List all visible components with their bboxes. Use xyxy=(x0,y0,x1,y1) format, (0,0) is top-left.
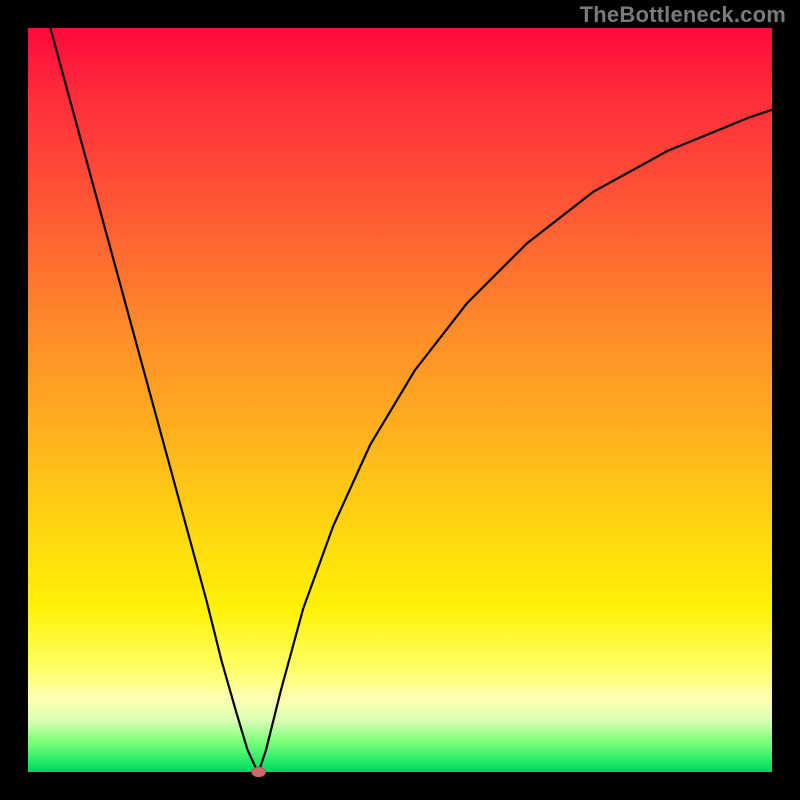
bottleneck-curve xyxy=(28,28,772,772)
curve-path xyxy=(50,28,772,772)
minimum-marker xyxy=(252,767,266,777)
watermark-text: TheBottleneck.com xyxy=(580,2,786,28)
chart-frame: TheBottleneck.com xyxy=(0,0,800,800)
plot-area xyxy=(28,28,772,772)
